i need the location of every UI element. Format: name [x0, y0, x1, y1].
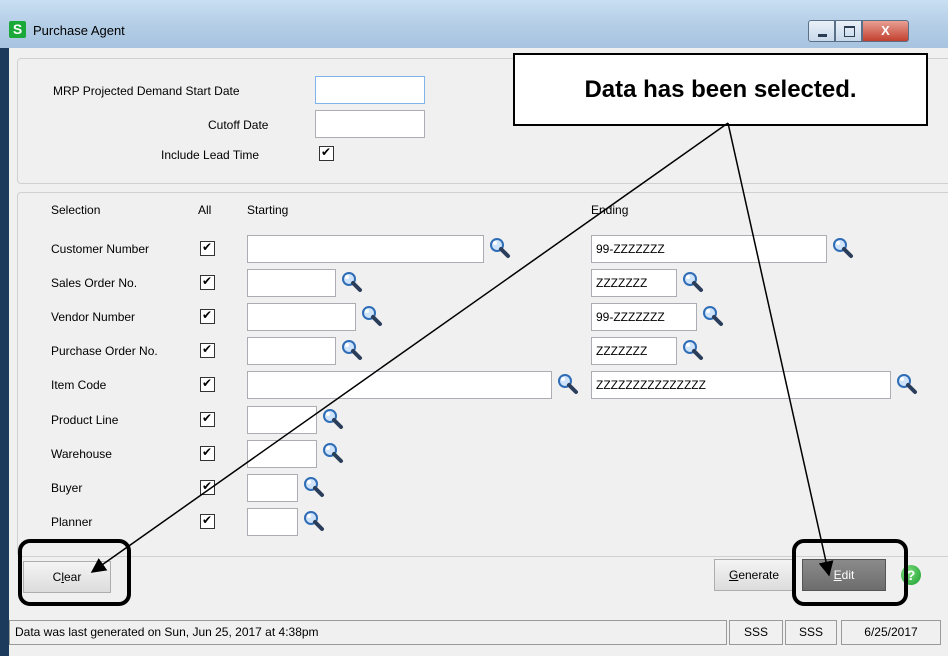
- item-code-ending-lookup-icon[interactable]: [896, 373, 918, 395]
- product-line-all-checkbox[interactable]: [200, 411, 215, 427]
- lead-time-label: Include Lead Time: [161, 148, 260, 162]
- warehouse-starting-lookup-icon[interactable]: [322, 442, 344, 464]
- item-code-starting-field[interactable]: [247, 371, 552, 399]
- vendor-number-label: Vendor Number: [51, 310, 136, 324]
- purchase-order-no-starting-lookup-icon[interactable]: [341, 339, 363, 361]
- vendor-number-starting-field[interactable]: [247, 303, 356, 331]
- start-date-field[interactable]: [315, 76, 425, 104]
- status-bar: Data was last generated on Sun, Jun 25, …: [9, 608, 948, 656]
- window-title: Purchase Agent: [33, 23, 125, 38]
- cutoff-date-field[interactable]: [315, 110, 425, 138]
- customer-number-starting-field[interactable]: [247, 235, 484, 263]
- status-company: SSS: [729, 620, 783, 645]
- start-date-label: MRP Projected Demand Start Date: [53, 84, 240, 98]
- starting-header: Starting: [247, 203, 289, 217]
- customer-number-label: Customer Number: [51, 242, 150, 256]
- sales-order-no-ending-lookup-icon[interactable]: [682, 271, 704, 293]
- status-date: 6/25/2017: [841, 620, 941, 645]
- maximize-icon[interactable]: [835, 20, 862, 42]
- selection-group: Selection All Starting Ending Customer N…: [17, 192, 948, 557]
- purchase-order-no-starting-field[interactable]: [247, 337, 336, 365]
- item-code-ending-field[interactable]: ZZZZZZZZZZZZZZZ: [591, 371, 891, 399]
- lead-time-checkbox[interactable]: [319, 145, 334, 161]
- vendor-number-ending-field[interactable]: 99-ZZZZZZZ: [591, 303, 697, 331]
- all-header: All: [198, 203, 212, 217]
- vendor-number-all-checkbox[interactable]: [200, 308, 215, 324]
- status-user: SSS: [785, 620, 837, 645]
- buyer-starting-lookup-icon[interactable]: [303, 476, 325, 498]
- planner-starting-field[interactable]: [247, 508, 298, 536]
- vendor-number-starting-lookup-icon[interactable]: [361, 305, 383, 327]
- sales-order-no-ending-field[interactable]: ZZZZZZZ: [591, 269, 677, 297]
- sales-order-no-starting-lookup-icon[interactable]: [341, 271, 363, 293]
- vendor-number-ending-lookup-icon[interactable]: [702, 305, 724, 327]
- edit-highlight-box: [792, 539, 908, 606]
- customer-number-all-checkbox[interactable]: [200, 240, 215, 256]
- buyer-starting-field[interactable]: [247, 474, 298, 502]
- warehouse-starting-field[interactable]: [247, 440, 317, 468]
- customer-number-ending-field[interactable]: 99-ZZZZZZZ: [591, 235, 827, 263]
- planner-label: Planner: [51, 515, 93, 529]
- planner-all-checkbox[interactable]: [200, 513, 215, 529]
- product-line-label: Product Line: [51, 413, 119, 427]
- customer-number-ending-lookup-icon[interactable]: [832, 237, 854, 259]
- cutoff-date-label: Cutoff Date: [208, 118, 269, 132]
- client-area: MRP Projected Demand Start Date Cutoff D…: [9, 48, 948, 608]
- purchase-order-no-ending-lookup-icon[interactable]: [682, 339, 704, 361]
- sales-order-no-starting-field[interactable]: [247, 269, 336, 297]
- product-line-starting-field[interactable]: [247, 406, 317, 434]
- status-message: Data was last generated on Sun, Jun 25, …: [9, 620, 727, 645]
- warehouse-all-checkbox[interactable]: [200, 445, 215, 461]
- sales-order-no-all-checkbox[interactable]: [200, 274, 215, 290]
- sales-order-no-label: Sales Order No.: [51, 276, 138, 290]
- title-bar: S Purchase Agent X: [0, 0, 948, 48]
- item-code-all-checkbox[interactable]: [200, 376, 215, 392]
- ending-header: Ending: [591, 203, 629, 217]
- customer-number-starting-lookup-icon[interactable]: [489, 237, 511, 259]
- purchase-order-no-all-checkbox[interactable]: [200, 342, 215, 358]
- generate-button[interactable]: Generate: [714, 559, 794, 591]
- annotation-callout: Data has been selected.: [513, 53, 928, 126]
- warehouse-label: Warehouse: [51, 447, 112, 461]
- purchase-order-no-ending-field[interactable]: ZZZZZZZ: [591, 337, 677, 365]
- item-code-label: Item Code: [51, 378, 107, 392]
- sage-app-icon: S: [9, 21, 26, 38]
- close-icon[interactable]: X: [862, 20, 909, 42]
- planner-starting-lookup-icon[interactable]: [303, 510, 325, 532]
- purchase-order-no-label: Purchase Order No.: [51, 344, 158, 358]
- buyer-label: Buyer: [51, 481, 83, 495]
- clear-highlight-box: [18, 539, 131, 606]
- minimize-icon[interactable]: [808, 20, 835, 42]
- selection-header: Selection: [51, 203, 101, 217]
- item-code-starting-lookup-icon[interactable]: [557, 373, 579, 395]
- product-line-starting-lookup-icon[interactable]: [322, 408, 344, 430]
- buyer-all-checkbox[interactable]: [200, 479, 215, 495]
